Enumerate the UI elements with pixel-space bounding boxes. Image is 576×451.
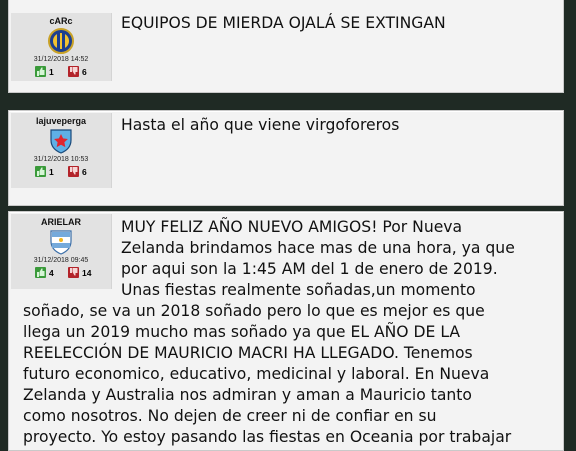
comment-line: soñado, se va un 2018 soñado pero lo que… — [23, 302, 485, 320]
dislike-count: 6 — [82, 66, 87, 77]
post-date: 31/12/2018 09:45 — [33, 257, 89, 264]
comment-card: cARc 31/12/2018 14:52 1 6 EQUIPOS DE MIE… — [8, 0, 564, 93]
post-date: 31/12/2018 14:52 — [33, 56, 89, 63]
comment-line: MUY FELIZ AÑO NUEVO AMIGOS! Por Nueva — [121, 218, 463, 236]
comments-page: cARc 31/12/2018 14:52 1 6 EQUIPOS DE MIE… — [0, 0, 576, 451]
like-count: 1 — [49, 66, 54, 77]
thumbs-up-icon — [35, 66, 46, 77]
dislike-count: 14 — [82, 267, 92, 278]
user-panel: ARIELAR 31/12/2018 09:45 4 14 — [11, 214, 112, 289]
like-button[interactable]: 4 — [35, 267, 54, 278]
vote-bar: 1 6 — [11, 165, 111, 181]
thumbs-up-icon — [35, 166, 46, 177]
comment-line: futuro economico, educativo, medicinal y… — [23, 365, 490, 383]
thumbs-down-icon — [68, 267, 79, 278]
like-count: 4 — [49, 267, 54, 278]
comment-line: Unas fiestas realmente soñadas,un moment… — [121, 281, 476, 299]
vote-bar: 4 14 — [11, 266, 111, 282]
rosario-central-crest-icon — [48, 28, 74, 54]
dislike-count: 6 — [82, 166, 87, 177]
argentina-shield-icon — [50, 230, 72, 255]
comment-line: por aqui son la 1:45 AM del 1 de enero d… — [121, 260, 498, 278]
user-panel: cARc 31/12/2018 14:52 1 6 — [11, 13, 112, 81]
username-link[interactable]: cARc — [11, 13, 111, 27]
comment-line: Zelanda y Australia nos admiran y aman a… — [23, 386, 472, 404]
thumbs-up-icon — [35, 267, 46, 278]
dislike-button[interactable]: 6 — [68, 166, 87, 177]
comment-card: lajuveperga 31/12/2018 10:53 1 6 Hasta e… — [8, 110, 564, 206]
comment-text: EQUIPOS DE MIERDA OJALÁ SE EXTINGAN — [121, 14, 446, 32]
username-link[interactable]: lajuveperga — [11, 113, 111, 127]
comment-line: como nosotros. No dejen de creer ni de c… — [23, 407, 437, 425]
vote-bar: 1 6 — [11, 65, 111, 81]
like-count: 1 — [49, 166, 54, 177]
comment-card: ARIELAR 31/12/2018 09:45 4 14 MUY FELIZ … — [8, 211, 564, 451]
dislike-button[interactable]: 6 — [68, 66, 87, 77]
dislike-button[interactable]: 14 — [68, 267, 91, 278]
comment-text: Hasta el año que viene virgoforeros — [121, 116, 400, 134]
username-link[interactable]: ARIELAR — [11, 214, 111, 228]
like-button[interactable]: 1 — [35, 66, 54, 77]
like-button[interactable]: 1 — [35, 166, 54, 177]
thumbs-down-icon — [68, 166, 79, 177]
comment-line: llega un 2019 mucho mas soñado ya que EL… — [23, 323, 461, 341]
user-panel: lajuveperga 31/12/2018 10:53 1 6 — [11, 113, 112, 188]
comment-line: proyecto. Yo estoy pasando las fiestas e… — [23, 428, 512, 446]
comment-line: REELECCIÓN DE MAURICIO MACRI HA LLEGADO.… — [23, 344, 473, 362]
comment-line: Zelanda brindamos hace mas de una hora, … — [121, 239, 515, 257]
post-date: 31/12/2018 10:53 — [33, 156, 89, 163]
thumbs-down-icon — [68, 66, 79, 77]
star-shield-icon — [50, 129, 72, 154]
